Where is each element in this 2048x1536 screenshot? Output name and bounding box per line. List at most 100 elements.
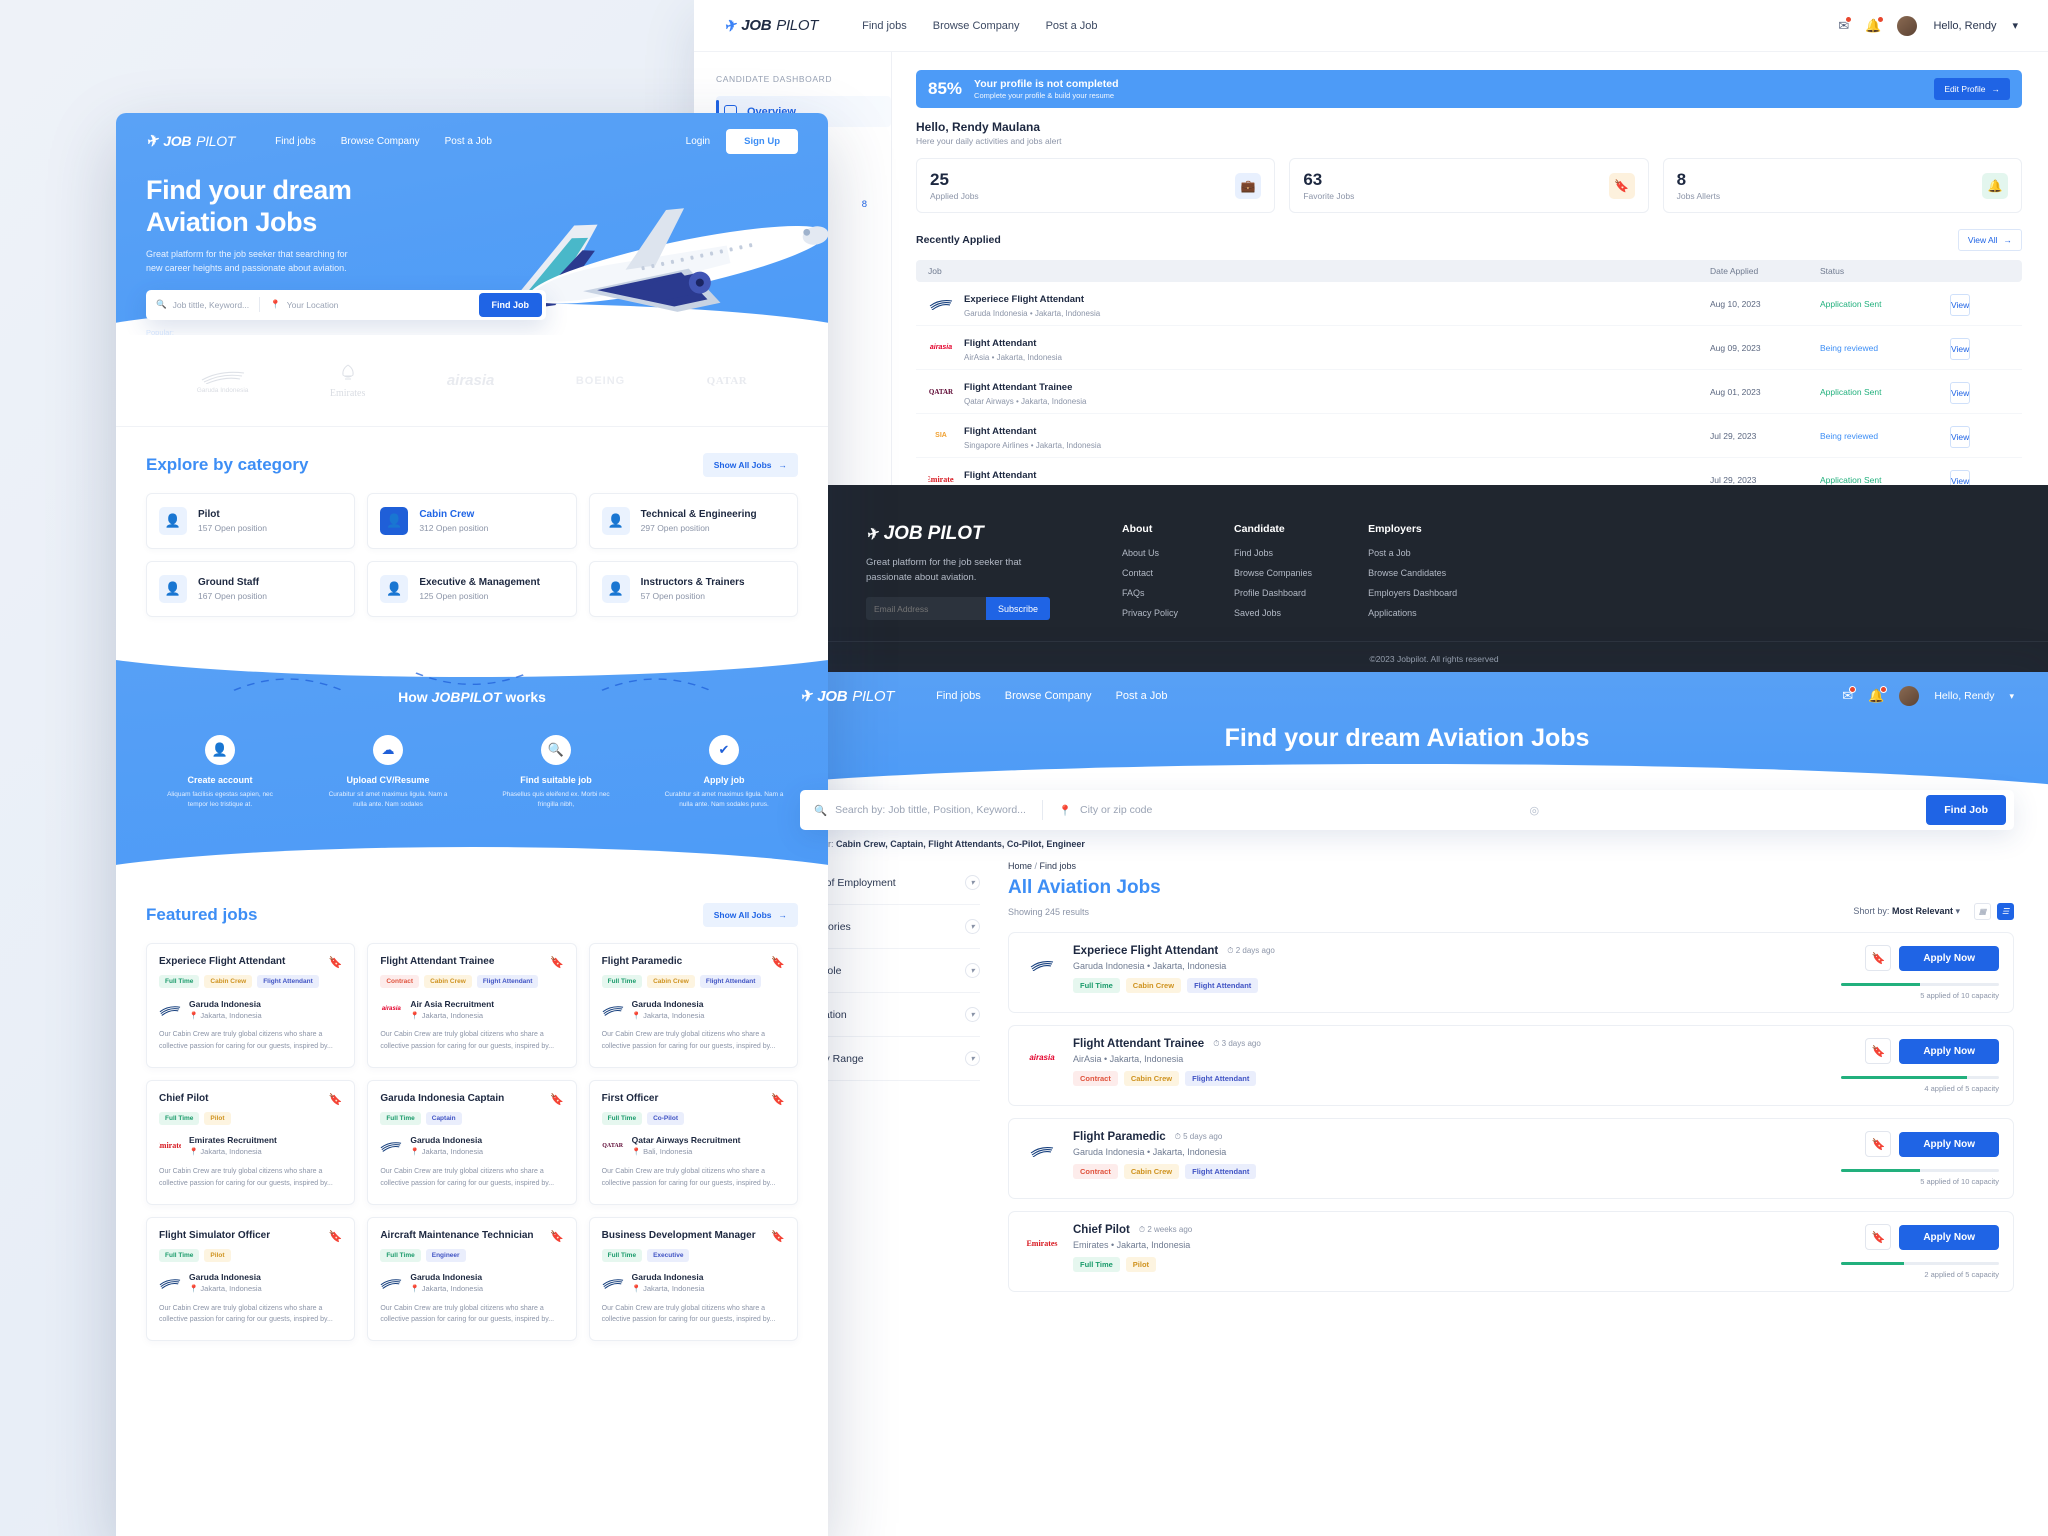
footer-link[interactable]: Browse Companies [1234, 568, 1312, 578]
job-result-card[interactable]: Emirates Chief Pilot ⏱ 2 weeks ago Emira… [1008, 1211, 2014, 1292]
apply-now-button[interactable]: Apply Now [1899, 1038, 1999, 1064]
bookmark-icon[interactable]: 🔖 [1865, 1038, 1892, 1064]
job-tag[interactable]: Pilot [1125, 1257, 1157, 1272]
category-card-ground-staff[interactable]: 👤 Ground Staff 167 Open position [146, 561, 356, 617]
bell-icon[interactable]: 🔔 [1868, 686, 1888, 704]
bookmark-icon[interactable]: 🔖 [329, 1230, 343, 1243]
nav-browse-company[interactable]: Browse Company [341, 136, 420, 147]
apply-now-button[interactable]: Apply Now [1899, 1131, 1999, 1157]
job-tag[interactable]: Full Time [159, 1248, 200, 1262]
bookmark-icon[interactable]: 🔖 [1865, 945, 1892, 971]
job-tag[interactable]: Cabin Crew [1125, 978, 1182, 993]
search-input[interactable]: 🔍 Job tittle, Keyword... [156, 299, 249, 310]
user-greeting[interactable]: Hello, Rendy [1933, 20, 1996, 32]
job-tag[interactable]: Flight Attendant [1185, 1164, 1257, 1179]
list-view-icon[interactable]: ☰ [1997, 903, 2014, 920]
target-icon[interactable]: ◎ [1530, 804, 1540, 817]
job-tag[interactable]: Co-Pilot [647, 1111, 684, 1125]
stat-applied-jobs[interactable]: 25 Applied Jobs 💼 [916, 158, 1276, 213]
category-card-executive-management[interactable]: 👤 Executive & Management 125 Open positi… [367, 561, 577, 617]
job-tag[interactable]: Full Time [380, 1248, 421, 1262]
bookmark-icon[interactable]: 🔖 [1865, 1224, 1892, 1250]
bell-icon[interactable]: 🔔 [1865, 15, 1885, 34]
user-greeting[interactable]: Hello, Rendy [1934, 690, 1994, 702]
bookmark-icon[interactable]: 🔖 [771, 1093, 785, 1106]
popular-terms[interactable]: Cabin Crew, Captain, Flight Attendants, … [176, 328, 383, 335]
nav-find-jobs[interactable]: Find jobs [862, 20, 907, 32]
job-tag[interactable]: Cabin Crew [1123, 1164, 1180, 1179]
bookmark-icon[interactable]: 🔖 [1865, 1131, 1892, 1157]
nav-post-a-job[interactable]: Post a Job [1046, 20, 1098, 32]
nav-post-a-job[interactable]: Post a Job [1116, 690, 1168, 702]
find-job-button[interactable]: Find Job [478, 292, 542, 317]
footer-link[interactable]: Find Jobs [1234, 548, 1312, 558]
job-result-card[interactable]: Flight Paramedic ⏱ 5 days ago Garuda Ind… [1008, 1118, 2014, 1199]
featured-job-card[interactable]: 🔖 Flight Paramedic Full Time Cabin Crew Fl… [588, 943, 798, 1068]
show-all-jobs-button[interactable]: Show All Jobs → [702, 453, 798, 477]
message-icon[interactable]: ✉ [1842, 686, 1857, 704]
bookmark-icon[interactable]: 🔖 [329, 1093, 343, 1106]
find-job-button[interactable]: Find Job [1926, 795, 2006, 825]
avatar[interactable] [1897, 15, 1918, 36]
job-result-card[interactable]: Experiece Flight Attendant ⏱ 2 days ago … [1008, 932, 2014, 1013]
job-tag[interactable]: Contract [1073, 1164, 1118, 1179]
bookmark-icon[interactable]: 🔖 [550, 1093, 564, 1106]
footer-logo[interactable]: ✈ JOB PILOT [864, 523, 1066, 545]
bookmark-icon[interactable]: 🔖 [771, 1230, 785, 1243]
job-tag[interactable]: Pilot [204, 1248, 231, 1262]
search-input[interactable]: 🔍 Search by: Job tittle, Position, Keywor… [814, 804, 1026, 817]
featured-job-card[interactable]: 🔖 Flight Simulator Officer Full Time Pilo… [146, 1216, 356, 1342]
message-icon[interactable]: ✉ [1838, 15, 1853, 34]
nav-find-jobs[interactable]: Find jobs [936, 690, 981, 702]
job-tag[interactable]: Full Time [601, 1248, 643, 1262]
job-tag[interactable]: Contract [380, 975, 420, 988]
job-tag[interactable]: Cabin Crew [204, 975, 253, 988]
view-all-button[interactable]: View All → [1957, 229, 2022, 251]
chevron-down-icon[interactable]: ▾ [2009, 691, 2014, 702]
view-button[interactable]: View [1950, 381, 1971, 404]
breadcrumb-home[interactable]: Home [1008, 861, 1032, 871]
featured-job-card[interactable]: 🔖 Garuda Indonesia Captain Full Time Capt… [367, 1079, 577, 1205]
job-tag[interactable]: Executive [647, 1248, 690, 1262]
job-tag[interactable]: Cabin Crew [424, 975, 472, 988]
footer-link[interactable]: Profile Dashboard [1234, 588, 1312, 598]
footer-link[interactable]: Post a Job [1368, 548, 1457, 558]
featured-job-card[interactable]: 🔖 Flight Attendant Trainee Contract Cabin… [367, 943, 577, 1068]
signup-button[interactable]: Sign Up [726, 128, 798, 154]
view-button[interactable]: View [1950, 337, 1971, 360]
job-tag[interactable]: Contract [1073, 1071, 1118, 1086]
category-card-pilot[interactable]: 👤 Pilot 157 Open position [146, 493, 356, 549]
stat-favorite-jobs[interactable]: 63 Favorite Jobs 🔖 [1289, 158, 1649, 213]
table-row[interactable]: SIA Flight Attendant Singapore Airlines • … [916, 414, 2022, 458]
job-result-card[interactable]: airasia Flight Attendant Trainee ⏱ 3 day… [1008, 1025, 2014, 1106]
nav-browse-company[interactable]: Browse Company [933, 20, 1020, 32]
table-row[interactable]: Experiece Flight Attendant Garuda Indones… [916, 282, 2022, 326]
view-button[interactable]: View [1950, 293, 1971, 316]
nav-post-a-job[interactable]: Post a Job [445, 136, 492, 147]
bookmark-icon[interactable]: 🔖 [550, 1230, 564, 1243]
job-tag[interactable]: Full Time [601, 975, 643, 988]
subscribe-button[interactable]: Subscribe [986, 597, 1051, 621]
job-tag[interactable]: Engineer [425, 1248, 466, 1262]
bookmark-icon[interactable]: 🔖 [329, 956, 343, 969]
featured-job-card[interactable]: 🔖 Aircraft Maintenance Technician Full T… [367, 1216, 577, 1342]
city-input[interactable]: 📍 City or zip code [1059, 804, 1152, 817]
footer-link[interactable]: Privacy Policy [1122, 608, 1178, 618]
sort-control[interactable]: Short by: Most Relevant ▾ [1853, 906, 1960, 917]
job-tag[interactable]: Flight Attendant [699, 975, 762, 988]
featured-job-card[interactable]: 🔖 Chief Pilot Full Time Pilot Emirates Emi… [146, 1079, 356, 1205]
table-row[interactable]: airasia Flight Attendant AirAsia • Jakarta… [916, 326, 2022, 370]
job-tag[interactable]: Captain [425, 1111, 462, 1125]
apply-now-button[interactable]: Apply Now [1899, 1224, 1999, 1250]
email-field[interactable] [866, 597, 986, 621]
job-tag[interactable]: Cabin Crew [1123, 1071, 1180, 1086]
category-card-cabin-crew[interactable]: 👤 Cabin Crew 312 Open position [367, 493, 577, 549]
footer-link[interactable]: Contact [1122, 568, 1178, 578]
job-tag[interactable]: Full Time [1073, 1257, 1120, 1272]
featured-job-card[interactable]: 🔖 Business Development Manager Full Time… [588, 1216, 798, 1342]
featured-job-card[interactable]: 🔖 First Officer Full Time Co-Pilot QATAR Q… [588, 1079, 798, 1205]
brand-logo[interactable]: ✈ JOB PILOT [722, 16, 819, 36]
job-tag[interactable]: Flight Attendant [257, 975, 319, 988]
footer-link[interactable]: FAQs [1122, 588, 1178, 598]
login-button[interactable]: Login [686, 136, 710, 147]
